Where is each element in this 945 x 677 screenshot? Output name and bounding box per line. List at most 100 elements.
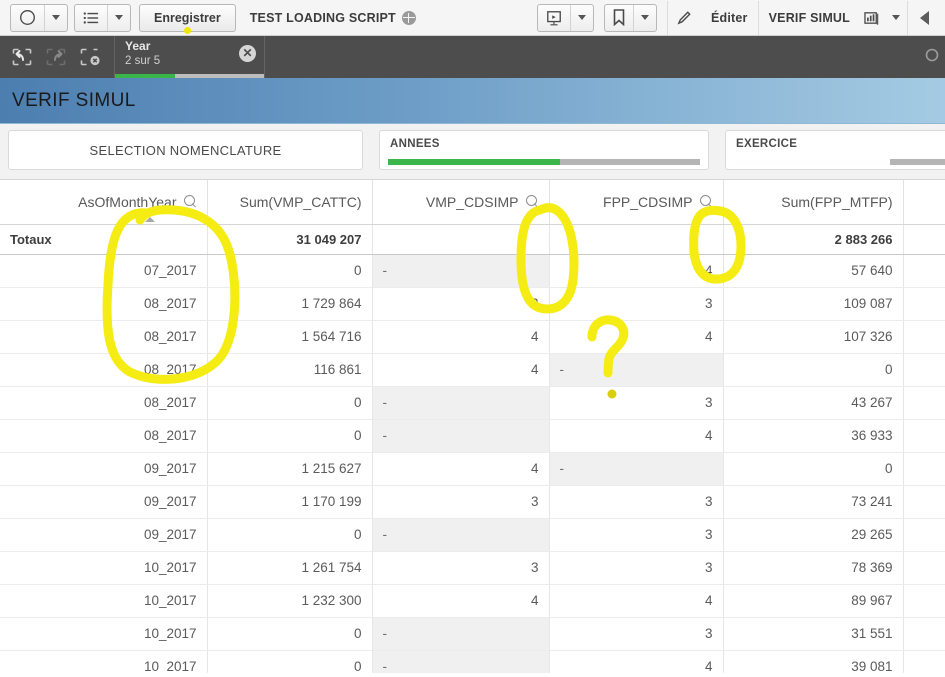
cell-asofmonthyear[interactable]: 08_2017 xyxy=(0,320,208,354)
list-icon[interactable] xyxy=(75,5,107,31)
column-header-sum-fpp-mtfp[interactable]: Sum(FPP_MTFP) xyxy=(723,180,904,225)
table-row[interactable]: 08_2017 116 861 4-0 xyxy=(0,353,945,387)
cell-asofmonthyear[interactable]: 09_2017 xyxy=(0,518,208,552)
cell-extra[interactable] xyxy=(903,584,945,618)
cell-extra[interactable] xyxy=(903,617,945,651)
column-header-sum-vmp-cattc[interactable]: Sum(VMP_CATTC) xyxy=(207,180,373,225)
data-table-container[interactable]: AsOfMonthYear Sum(VMP_CATTC) VMP_CDSIMP xyxy=(0,179,945,673)
cell-sum-fpp-mtfp[interactable]: 0 xyxy=(723,353,904,387)
cell-vmp-cdsimp[interactable]: 3 xyxy=(372,551,550,585)
cell-sum-vmp-cattc[interactable]: 0 xyxy=(207,254,373,288)
presentation-icon[interactable] xyxy=(538,5,570,31)
cell-vmp-cdsimp[interactable]: 4 xyxy=(372,584,550,618)
cell-sum-fpp-mtfp[interactable]: 78 369 xyxy=(723,551,904,585)
save-button[interactable]: Enregistrer xyxy=(139,3,236,34)
cell-extra[interactable] xyxy=(903,419,945,453)
filter-listbox-exercice[interactable]: EXERCICE xyxy=(725,130,945,170)
cell-asofmonthyear[interactable]: 10_2017 xyxy=(0,551,208,585)
search-icon[interactable] xyxy=(525,195,539,208)
cell-extra[interactable] xyxy=(903,386,945,420)
cell-sum-fpp-mtfp[interactable]: 109 087 xyxy=(723,287,904,321)
cell-extra[interactable] xyxy=(903,353,945,387)
app-menu[interactable]: VERIF SIMUL xyxy=(759,4,907,32)
column-header-fpp-cdsimp[interactable]: FPP_CDSIMP xyxy=(549,180,724,225)
column-header-asofmonthyear[interactable]: AsOfMonthYear xyxy=(0,180,208,225)
table-row[interactable]: 08_2017 1 729 864 3 3 109 087 xyxy=(0,287,945,321)
selection-back-icon[interactable] xyxy=(12,48,32,66)
cell-sum-fpp-mtfp[interactable]: 36 933 xyxy=(723,419,904,453)
selection-chip-year[interactable]: Year 2 sur 5 ✕ xyxy=(115,36,265,78)
cell-asofmonthyear[interactable]: 07_2017 xyxy=(0,254,208,288)
cell-extra[interactable] xyxy=(903,650,945,673)
cell-fpp-cdsimp[interactable]: 4 xyxy=(549,254,724,288)
cell-sum-fpp-mtfp[interactable]: 73 241 xyxy=(723,485,904,519)
table-row[interactable]: 09_2017 1 170 199 3 3 73 241 xyxy=(0,485,945,519)
navigation-menu-group[interactable] xyxy=(10,3,68,32)
table-row[interactable]: 10_2017 0-4 39 081 xyxy=(0,650,945,673)
cell-vmp-cdsimp[interactable]: 3 xyxy=(372,287,550,321)
cell-fpp-cdsimp[interactable]: 4 xyxy=(549,584,724,618)
story-chevron-down-icon[interactable] xyxy=(571,5,593,31)
cell-sum-vmp-cattc[interactable]: 0 xyxy=(207,650,373,673)
cell-sum-vmp-cattc[interactable]: 1 215 627 xyxy=(207,452,373,486)
compass-icon[interactable] xyxy=(11,5,44,31)
cell-fpp-cdsimp[interactable]: 4 xyxy=(549,650,724,673)
table-row[interactable]: 07_2017 0-4 57 640 xyxy=(0,254,945,288)
bookmark-icon[interactable] xyxy=(605,5,633,31)
bookmark-chevron-down-icon[interactable] xyxy=(634,5,656,31)
table-row[interactable]: 10_2017 0-3 31 551 xyxy=(0,617,945,651)
cell-sum-fpp-mtfp[interactable]: 43 267 xyxy=(723,386,904,420)
cell-vmp-cdsimp[interactable]: - xyxy=(372,254,550,288)
cell-fpp-cdsimp[interactable]: 3 xyxy=(549,386,724,420)
cell-fpp-cdsimp[interactable]: 3 xyxy=(549,485,724,519)
selection-nomenclature-button[interactable]: SELECTION NOMENCLATURE xyxy=(8,130,363,170)
cell-fpp-cdsimp[interactable]: 3 xyxy=(549,551,724,585)
cell-vmp-cdsimp[interactable]: - xyxy=(372,518,550,552)
cell-sum-vmp-cattc[interactable]: 1 261 754 xyxy=(207,551,373,585)
cell-asofmonthyear[interactable]: 08_2017 xyxy=(0,386,208,420)
cell-sum-vmp-cattc[interactable]: 1 564 716 xyxy=(207,320,373,354)
cell-sum-fpp-mtfp[interactable]: 39 081 xyxy=(723,650,904,673)
edit-button[interactable]: Éditer xyxy=(668,4,758,32)
cell-asofmonthyear[interactable]: 09_2017 xyxy=(0,452,208,486)
table-row[interactable]: 08_2017 0-4 36 933 xyxy=(0,419,945,453)
sheets-chevron-down-icon[interactable] xyxy=(108,5,130,31)
table-row[interactable]: 09_2017 0-3 29 265 xyxy=(0,518,945,552)
cell-vmp-cdsimp[interactable]: - xyxy=(372,386,550,420)
cell-sum-fpp-mtfp[interactable]: 89 967 xyxy=(723,584,904,618)
cell-vmp-cdsimp[interactable]: 4 xyxy=(372,320,550,354)
cell-fpp-cdsimp[interactable]: - xyxy=(549,452,724,486)
column-header-vmp-cdsimp[interactable]: VMP_CDSIMP xyxy=(372,180,550,225)
cell-asofmonthyear[interactable]: 10_2017 xyxy=(0,584,208,618)
search-icon[interactable] xyxy=(183,195,197,208)
chevron-left-icon[interactable] xyxy=(920,10,929,25)
cell-extra[interactable] xyxy=(903,254,945,288)
close-icon[interactable]: ✕ xyxy=(239,45,256,62)
cell-sum-vmp-cattc[interactable]: 1 729 864 xyxy=(207,287,373,321)
cell-sum-fpp-mtfp[interactable]: 29 265 xyxy=(723,518,904,552)
table-row[interactable]: 08_2017 0-3 43 267 xyxy=(0,386,945,420)
cell-fpp-cdsimp[interactable]: 4 xyxy=(549,320,724,354)
search-icon[interactable] xyxy=(699,195,713,208)
table-row[interactable]: 08_2017 1 564 716 4 4 107 326 xyxy=(0,320,945,354)
cell-sum-fpp-mtfp[interactable]: 107 326 xyxy=(723,320,904,354)
chart-icon[interactable] xyxy=(860,5,885,31)
selection-clear-icon[interactable] xyxy=(80,48,100,66)
column-header-extra[interactable] xyxy=(903,180,945,225)
cell-sum-vmp-cattc[interactable]: 0 xyxy=(207,386,373,420)
cell-vmp-cdsimp[interactable]: - xyxy=(372,650,550,673)
pencil-icon[interactable] xyxy=(668,5,701,31)
cell-fpp-cdsimp[interactable]: 4 xyxy=(549,419,724,453)
cell-asofmonthyear[interactable]: 10_2017 xyxy=(0,617,208,651)
cell-vmp-cdsimp[interactable]: 4 xyxy=(372,353,550,387)
cell-vmp-cdsimp[interactable]: - xyxy=(372,419,550,453)
cell-extra[interactable] xyxy=(903,452,945,486)
cell-extra[interactable] xyxy=(903,551,945,585)
cell-vmp-cdsimp[interactable]: 3 xyxy=(372,485,550,519)
navigation-chevron-down-icon[interactable] xyxy=(45,5,67,31)
cell-fpp-cdsimp[interactable]: 3 xyxy=(549,518,724,552)
cell-sum-vmp-cattc[interactable]: 0 xyxy=(207,518,373,552)
selection-search-icon[interactable] xyxy=(925,48,939,66)
table-row[interactable]: 10_2017 1 232 300 4 4 89 967 xyxy=(0,584,945,618)
cell-extra[interactable] xyxy=(903,320,945,354)
